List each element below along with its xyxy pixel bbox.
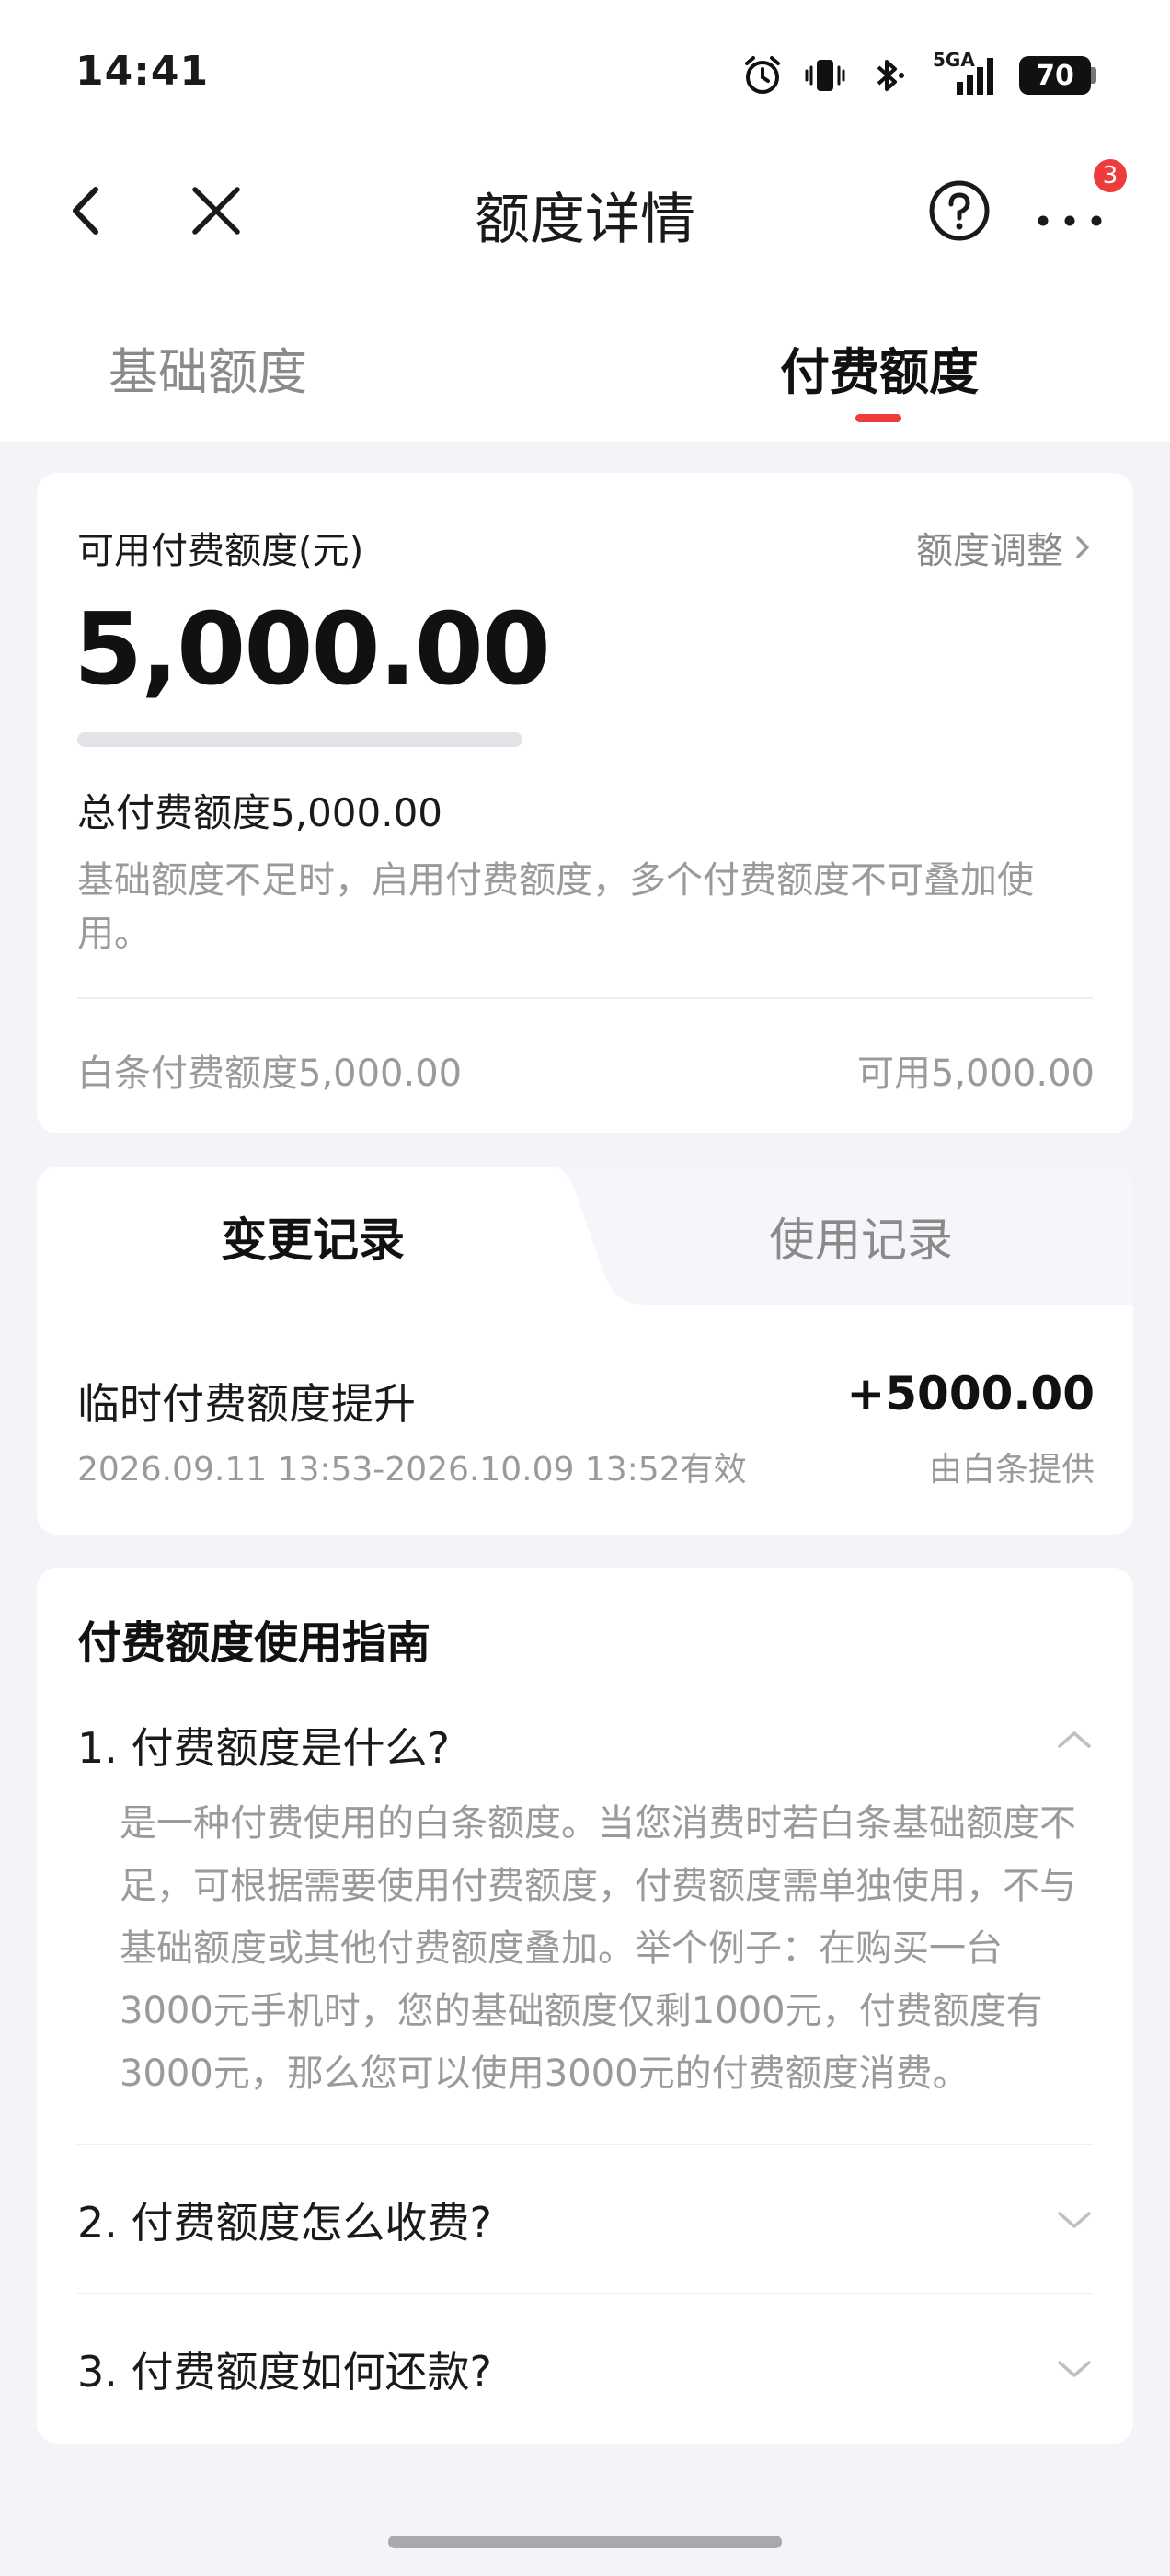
available-credit-amount: 5,000.00	[74, 592, 551, 707]
baitiao-paid-credit: 白条付费额度5,000.00	[77, 1052, 463, 1095]
divider	[77, 997, 1093, 999]
chevron-left-icon	[73, 187, 98, 235]
signal-icon: 5GA	[929, 49, 999, 97]
faq-question: 2. 付费额度怎么收费?	[77, 2198, 492, 2248]
vibrate-icon	[804, 54, 846, 97]
chevron-down-icon	[1058, 2212, 1091, 2228]
help-icon	[929, 180, 990, 241]
chevron-up-icon	[1058, 1731, 1091, 1748]
adjust-credit-link[interactable]: 额度调整	[916, 521, 1095, 574]
divider	[77, 2293, 1093, 2294]
usage-guide-card: 付费额度使用指南 1. 付费额度是什么? 是一种付费使用的白条额度。当您消费时若…	[37, 1568, 1133, 2444]
chevron-right-icon	[1076, 536, 1089, 558]
credit-description: 基础额度不足时，启用付费额度，多个付费额度不可叠加使用。	[77, 859, 1034, 955]
chevron-down-icon	[1058, 2361, 1091, 2377]
records-tabs: 变更记录 使用记录	[37, 1167, 1133, 1305]
status-bar: 14:41 5GA 70	[0, 0, 1170, 147]
back-button[interactable]	[55, 178, 120, 243]
available-credit-label: 可用付费额度(元)	[77, 530, 364, 572]
active-tab-indicator	[855, 414, 901, 422]
battery-indicator: 70	[1019, 56, 1096, 95]
tab-basic-credit[interactable]: 基础额度	[109, 331, 476, 404]
page-title: 额度详情	[475, 188, 695, 252]
divider	[77, 2144, 1093, 2145]
faq-question: 1. 付费额度是什么?	[77, 1723, 450, 1773]
baitiao-available-credit: 可用5,000.00	[856, 1052, 1095, 1095]
total-paid-credit: 总付费额度5,000.00	[77, 790, 443, 835]
faq-question: 3. 付费额度如何还款?	[77, 2347, 492, 2397]
tab-usage-records[interactable]: 使用记录	[589, 1203, 1133, 1270]
status-icons: 5GA 70	[741, 49, 1096, 101]
credit-tabs: 基础额度 付费额度	[0, 322, 1170, 432]
record-provider: 由白条提供	[928, 1451, 1095, 1489]
adjust-credit-label: 额度调整	[916, 530, 1063, 572]
status-time: 14:41	[75, 48, 210, 95]
page: 14:41 5GA 70 额度详情 3 基础额度 付费额度 可用付费额度(元) …	[0, 0, 1170, 2576]
network-type: 5GA	[933, 49, 975, 71]
bluetooth-icon	[866, 54, 909, 97]
tab-change-records[interactable]: 变更记录	[37, 1203, 589, 1270]
tab-paid-credit[interactable]: 付费额度	[780, 331, 1148, 404]
faq-answer: 是一种付费使用的白条额度。当您消费时若白条基础额度不足，可根据需要使用付费额度，…	[120, 1802, 1076, 2095]
paid-credit-card: 可用付费额度(元) 额度调整 5,000.00 总付费额度5,000.00 基础…	[37, 473, 1133, 1133]
notification-badge: 3	[1091, 156, 1130, 195]
records-card: 变更记录 使用记录 临时付费额度提升 +5000.00 2026.09.11 1…	[37, 1167, 1133, 1535]
nav-bar: 额度详情 3	[0, 147, 1170, 276]
credit-usage-bar	[77, 732, 522, 747]
alarm-icon	[741, 54, 784, 97]
record-amount: +5000.00	[846, 1367, 1095, 1420]
close-icon	[192, 187, 240, 235]
guide-title: 付费额度使用指南	[77, 1617, 431, 1669]
help-button[interactable]	[927, 178, 992, 243]
record-title: 临时付费额度提升	[77, 1379, 416, 1429]
record-period: 2026.09.11 13:53-2026.10.09 13:52有效	[77, 1451, 747, 1489]
battery-level: 70	[1019, 56, 1091, 95]
battery-cap	[1091, 67, 1096, 84]
close-button[interactable]	[184, 178, 248, 243]
home-indicator[interactable]	[388, 2536, 782, 2548]
header-area: 14:41 5GA 70 额度详情 3 基础额度 付费额度	[0, 0, 1170, 442]
